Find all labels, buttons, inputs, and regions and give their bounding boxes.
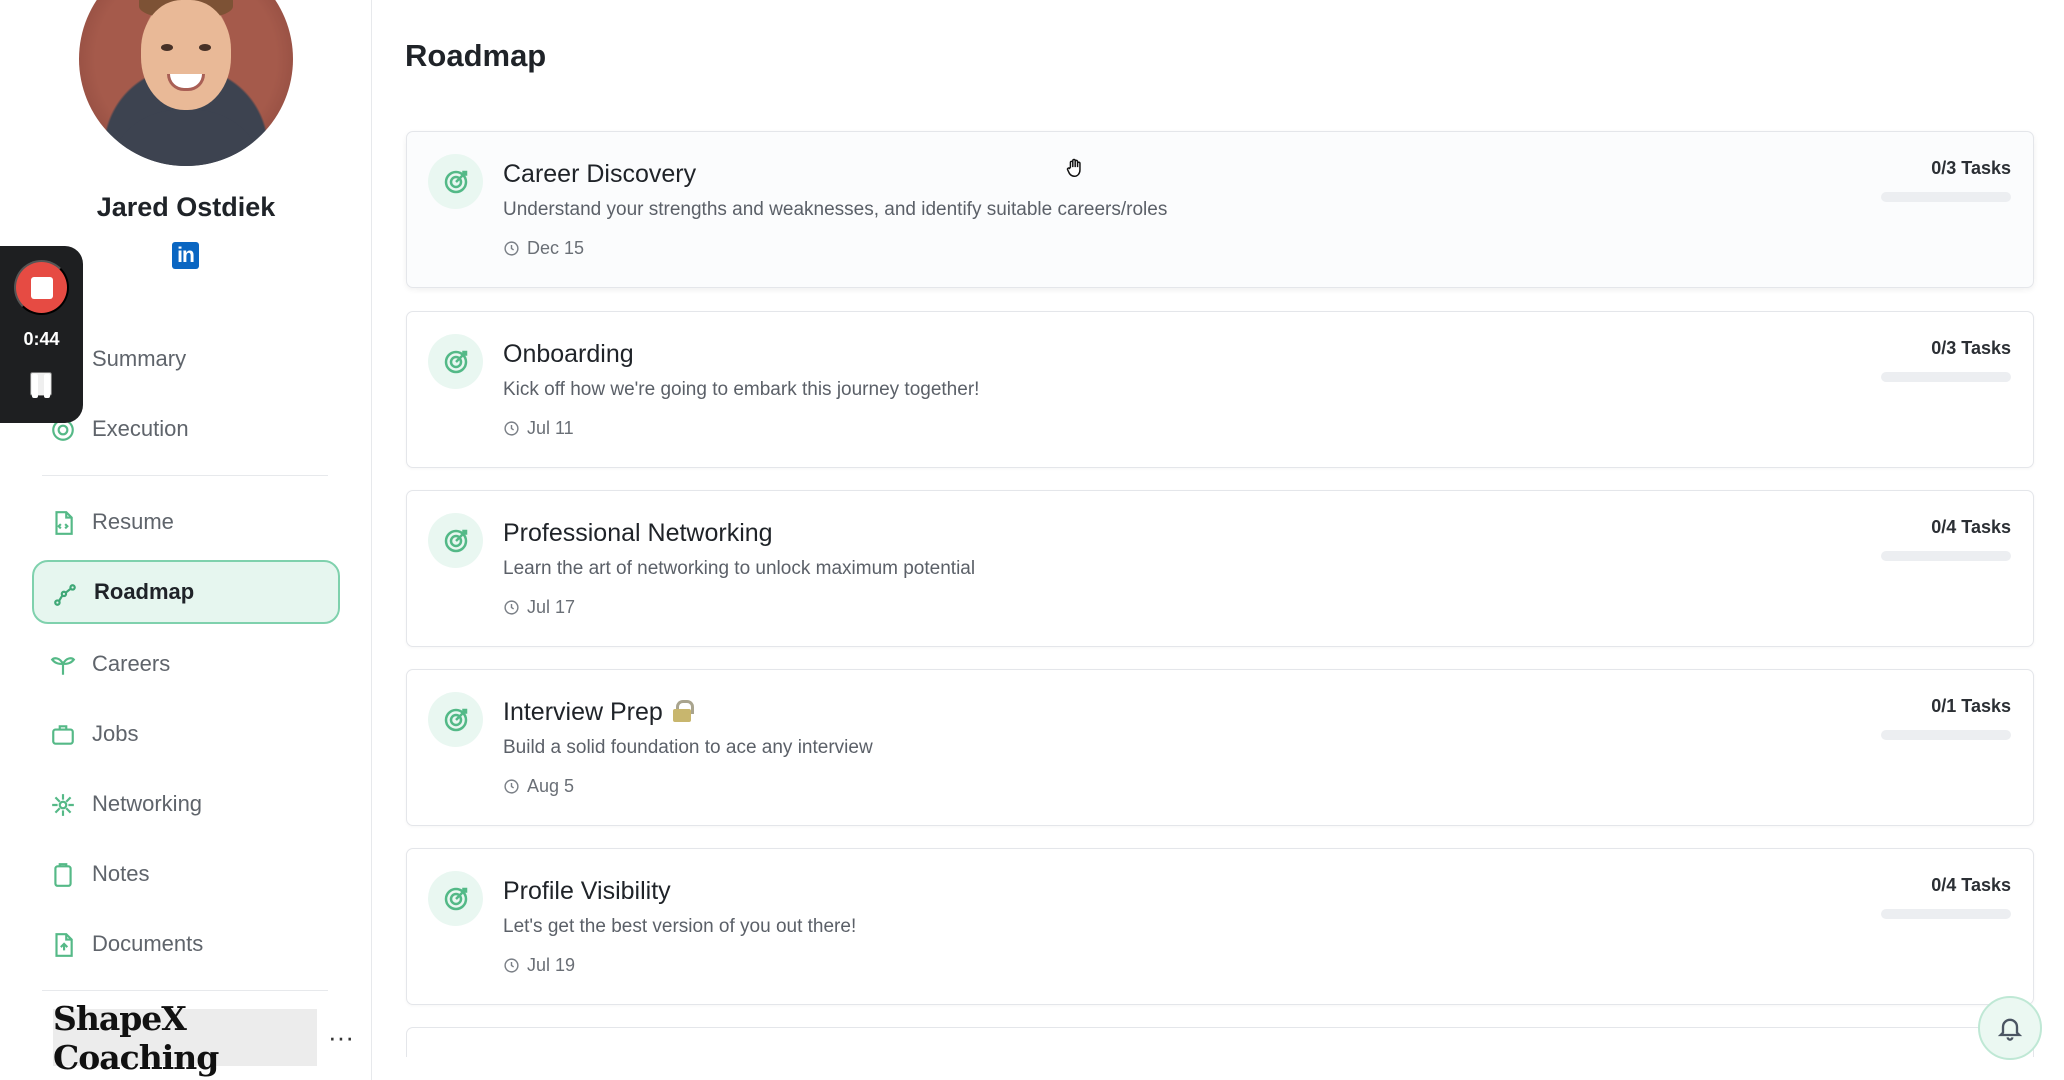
card-title[interactable]: Professional Networking bbox=[503, 519, 773, 548]
clock-icon bbox=[504, 957, 519, 973]
hand-cursor-icon bbox=[1066, 158, 1081, 177]
task-count: 0/3 Tasks bbox=[1931, 158, 2011, 178]
card-date: Dec 15 bbox=[503, 236, 584, 260]
stop-recording-button[interactable] bbox=[14, 260, 69, 315]
linkedin-icon[interactable]: in bbox=[172, 242, 199, 269]
resume-icon bbox=[55, 511, 73, 535]
card-date: Jul 17 bbox=[503, 595, 575, 619]
sidebar-item-label: Documents bbox=[92, 931, 204, 956]
progress-bar bbox=[1881, 909, 2011, 919]
briefcase-icon bbox=[52, 725, 74, 745]
sidebar-item-label: Summary bbox=[92, 346, 187, 371]
clock-icon bbox=[504, 778, 519, 794]
progress-bar bbox=[1881, 730, 2011, 740]
roadmap-card-interview-prep[interactable]: Interview Prep Build a solid foundation … bbox=[406, 669, 2034, 826]
sidebar-item-notes[interactable]: Notes bbox=[32, 842, 340, 906]
card-title[interactable]: Onboarding bbox=[503, 340, 634, 369]
sidebar-item-label: Careers bbox=[92, 651, 171, 676]
pause-icon bbox=[32, 374, 38, 398]
sidebar-item-jobs[interactable]: Jobs bbox=[32, 702, 340, 766]
sidebar-divider bbox=[42, 990, 328, 991]
target-icon bbox=[428, 871, 483, 926]
stop-icon bbox=[30, 276, 53, 299]
roadmap-card-onboarding[interactable]: Onboarding Kick off how we're going to e… bbox=[406, 311, 2034, 468]
progress-bar bbox=[1881, 372, 2011, 382]
card-description: Understand your strengths and weaknesses… bbox=[503, 199, 1168, 220]
card-title[interactable]: Interview Prep bbox=[503, 698, 694, 727]
clock-icon bbox=[504, 420, 519, 436]
target-icon bbox=[428, 334, 483, 389]
profile-name: Jared Ostdiek bbox=[96, 192, 276, 222]
card-date: Jul 19 bbox=[503, 953, 575, 977]
sidebar-item-label: Resume bbox=[92, 509, 174, 534]
sidebar-item-resume[interactable]: Resume bbox=[32, 490, 340, 554]
sidebar-item-networking[interactable]: Networking bbox=[32, 772, 340, 836]
card-date: Aug 5 bbox=[503, 774, 574, 798]
lock-icon bbox=[672, 700, 694, 722]
task-count: 0/1 Tasks bbox=[1931, 696, 2011, 716]
pause-recording-button[interactable] bbox=[30, 372, 52, 398]
sidebar-divider bbox=[42, 475, 328, 476]
sidebar-item-documents[interactable]: Documents bbox=[32, 912, 340, 976]
roadmap-icon bbox=[54, 584, 76, 606]
main-content: Roadmap Career Discovery Understand your… bbox=[372, 0, 2064, 1080]
profile-avatar[interactable] bbox=[79, 0, 293, 166]
sidebar-item-label: Jobs bbox=[92, 721, 139, 746]
clock-icon bbox=[504, 240, 519, 256]
network-icon bbox=[52, 794, 74, 816]
roadmap-card-career-discovery[interactable]: Career Discovery Understand your strengt… bbox=[406, 131, 2034, 288]
document-icon bbox=[55, 933, 73, 957]
card-title[interactable]: Profile Visibility bbox=[503, 877, 671, 906]
sidebar: Jared Ostdiek in 0:44 Summary Execution … bbox=[0, 0, 372, 1080]
sidebar-item-label: Networking bbox=[92, 791, 203, 816]
sidebar-item-roadmap[interactable]: Roadmap bbox=[32, 560, 340, 624]
recording-time: 0:44 bbox=[23, 329, 60, 349]
target-icon bbox=[428, 513, 483, 568]
screen-recorder: 0:44 bbox=[0, 246, 83, 423]
card-date: Jul 11 bbox=[503, 416, 574, 440]
notifications-button[interactable] bbox=[1978, 996, 2042, 1060]
card-description: Build a solid foundation to ace any inte… bbox=[503, 737, 873, 758]
sidebar-item-label: Notes bbox=[92, 861, 150, 886]
sprout-icon bbox=[50, 657, 76, 675]
progress-bar bbox=[1881, 551, 2011, 561]
roadmap-card-profile-visibility[interactable]: Profile Visibility Let's get the best ve… bbox=[406, 848, 2034, 1005]
task-count: 0/4 Tasks bbox=[1931, 517, 2011, 537]
card-description: Learn the art of networking to unlock ma… bbox=[503, 558, 976, 579]
clipboard-icon bbox=[54, 863, 72, 887]
more-options-button[interactable]: ··· bbox=[326, 1022, 356, 1052]
bell-icon bbox=[1997, 1018, 2023, 1041]
progress-bar bbox=[1881, 192, 2011, 202]
sidebar-item-label: Roadmap bbox=[94, 579, 195, 604]
task-count: 0/3 Tasks bbox=[1931, 338, 2011, 358]
card-title[interactable]: Career Discovery bbox=[503, 160, 696, 189]
brand-logo[interactable]: ShapeX Coaching bbox=[53, 999, 317, 1077]
roadmap-card-professional-networking[interactable]: Professional Networking Learn the art of… bbox=[406, 490, 2034, 647]
roadmap-card-partial[interactable] bbox=[406, 1027, 2034, 1057]
page-title: Roadmap bbox=[405, 38, 547, 73]
card-description: Kick off how we're going to embark this … bbox=[503, 379, 980, 400]
card-description: Let's get the best version of you out th… bbox=[503, 916, 857, 937]
target-icon bbox=[428, 692, 483, 747]
sidebar-item-label: Execution bbox=[92, 416, 189, 441]
clock-icon bbox=[504, 599, 519, 615]
sidebar-item-careers[interactable]: Careers bbox=[32, 632, 340, 696]
target-icon bbox=[428, 154, 483, 209]
task-count: 0/4 Tasks bbox=[1931, 875, 2011, 895]
